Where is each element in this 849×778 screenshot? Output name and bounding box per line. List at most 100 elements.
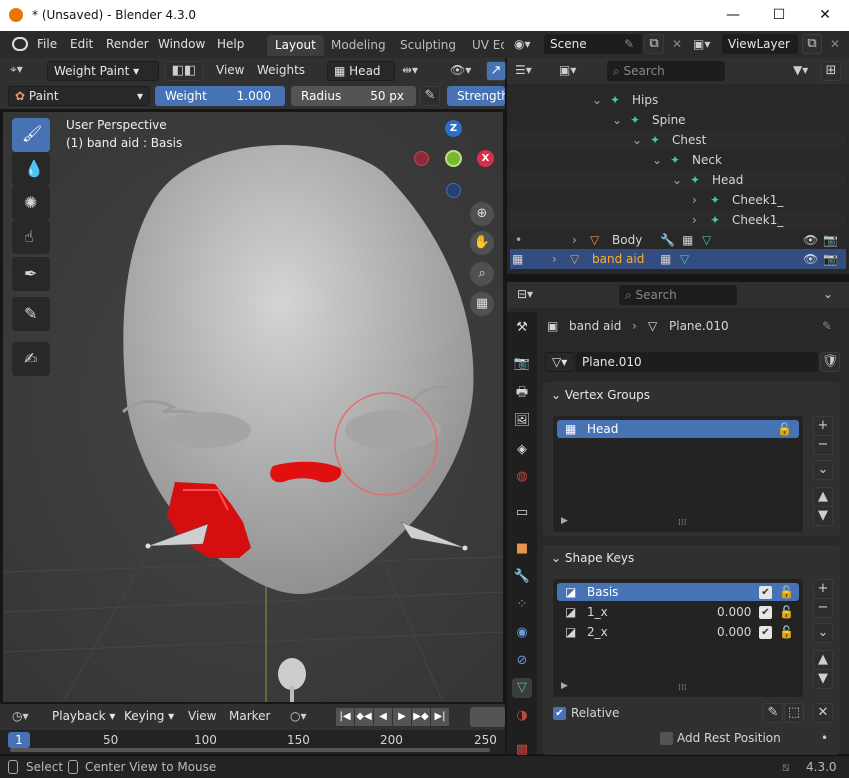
tab-sculpting[interactable]: Sculpting [392,35,464,56]
material-tab-icon[interactable]: ◑ [512,706,532,726]
outliner-row-cheek1-a[interactable]: › ✦ Cheek1_ [510,190,846,210]
list-filter-toggle[interactable]: ▶ [561,516,568,526]
visibility-icon[interactable]: 👁▾ [450,63,471,77]
vertex-group-list[interactable]: ▦ Head 🔓 ⁞⁞⁞ ▶ [553,416,803,532]
scene-icon[interactable]: ◉▾ [514,37,531,51]
outliner-row-body[interactable]: • › ▽ Body 🔧 ▦ ▽ 👁 📷 [510,230,846,250]
current-frame-indicator[interactable]: 1 [8,732,30,748]
keying-menu[interactable]: Keying ▾ [118,707,180,727]
properties-editor-icon[interactable]: ⊟▾ [517,287,533,301]
timeline-ruler[interactable]: 1 50 100 150 200 250 [0,730,505,754]
properties-options-icon[interactable]: ⌄ [823,287,833,301]
mesh-name-field[interactable]: Plane.010 [576,352,818,372]
timeline-view-menu[interactable]: View [188,709,216,723]
close-scene-icon[interactable]: ✕ [672,37,682,51]
world-tab-icon[interactable]: ◍ [512,467,532,487]
shape-key-edit-mode-button[interactable]: ⬚ [784,703,804,723]
blender-menu-icon[interactable] [12,37,28,51]
new-view-layer-button[interactable]: ⧉ [802,34,822,54]
pan-hand-button[interactable]: ✋ [470,231,494,255]
new-scene-button[interactable]: ⧉ [644,34,664,54]
shape-key-mute-checkbox[interactable]: ✔ [759,586,772,599]
outliner-search-input[interactable]: ⌕ Search [607,61,725,81]
add-shape-key-button[interactable]: + [813,579,833,599]
menu-file[interactable]: File [37,37,57,51]
mesh-browse-button[interactable]: ▽▾ [545,352,575,372]
timeline-editor-icon[interactable]: ◷▾ [12,709,29,723]
object-tab-icon[interactable]: ■ [512,539,532,559]
gradient-tool-button[interactable]: ✒ [12,257,50,291]
current-frame-field[interactable] [470,707,505,727]
outliner-row-head[interactable]: ⌄ ✦ Head [510,170,846,190]
output-tab-icon[interactable]: 🖶 [512,383,532,403]
outliner-editor-icon[interactable]: ☰▾ [515,63,532,77]
animate-property-dot[interactable]: • [821,731,828,745]
menu-help[interactable]: Help [217,37,244,51]
new-collection-button[interactable]: ⊞ [821,61,841,81]
render-tab-icon[interactable]: 📷 [512,354,532,374]
tab-uv-editing[interactable]: UV Ed [464,35,504,56]
close-view-layer-icon[interactable]: ✕ [830,37,840,51]
constraints-tab-icon[interactable]: ⊘ [512,651,532,671]
strength-field[interactable]: Strength [447,86,505,106]
render-camera-icon[interactable]: 📷 [823,230,838,250]
symmetry-icon[interactable]: ⇹▾ [402,63,418,77]
tab-modeling[interactable]: Modeling [323,35,394,56]
shape-keys-header[interactable]: ⌄ Shape Keys [551,545,836,571]
filter-icon[interactable]: ▼▾ [793,63,808,77]
3d-viewport[interactable]: User Perspective (1) band aid : Basis 🖌 … [3,112,503,702]
view-layer-tab-icon[interactable]: 🖼 [512,411,532,431]
average-tool-button[interactable]: ✺ [12,186,50,220]
remove-shape-key-button[interactable]: − [813,598,833,618]
jump-end-icon[interactable]: ▶| [431,708,449,726]
outliner-row-chest[interactable]: ⌄ ✦ Chest [510,130,846,150]
tab-layout[interactable]: Layout [267,35,324,56]
marker-menu[interactable]: Marker [229,709,270,723]
close-button[interactable]: ✕ [802,0,848,31]
minimize-button[interactable]: — [710,0,756,31]
modifier-tab-icon[interactable]: 🔧 [512,567,532,587]
ortho-toggle-button[interactable]: ▦ [470,292,494,316]
clear-shape-keys-button[interactable]: ✕ [813,703,833,723]
menu-window[interactable]: Window [158,37,205,51]
particles-tab-icon[interactable]: ⁘ [512,595,532,615]
list-resize-grip[interactable]: ⁞⁞⁞ [678,683,687,693]
draw-tool-button[interactable]: 🖌 [12,118,50,152]
relative-checkbox[interactable]: ✔ [553,707,566,720]
camera-view-button[interactable]: ⌕ [470,262,494,286]
gizmo-toggle-icon[interactable]: ↗ [486,61,506,81]
visibility-eye-icon[interactable]: 👁 [803,230,818,250]
remove-vertex-group-button[interactable]: − [813,435,833,455]
collection-tab-icon[interactable]: ▭ [512,503,532,523]
timeline-scrollbar[interactable] [10,748,490,752]
prev-keyframe-icon[interactable]: ◆◀ [355,708,373,726]
shape-key-move-up-button[interactable]: ▲ [813,650,833,670]
smear-tool-button[interactable]: ☝ [12,220,50,254]
play-reverse-icon[interactable]: ◀ [374,708,392,726]
list-filter-toggle[interactable]: ▶ [561,681,568,691]
outliner-row-neck[interactable]: ⌄ ✦ Neck [510,150,846,170]
shape-key-list[interactable]: ◪ Basis ✔ 🔓 ◪ 1_x 0.000 ✔ 🔓 ◪ 2_x 0.000 … [553,579,803,697]
outliner-row-band-aid[interactable]: ▦ › ▽ band aid ▦ ▽ 👁 📷 [510,249,846,269]
pin-icon[interactable]: ✎ [822,316,832,336]
outliner-row-cheek1-b[interactable]: › ✦ Cheek1_ [510,210,846,230]
annotate-tool-button[interactable]: ✍ [12,342,50,376]
axis-x-gizmo[interactable]: X [477,150,494,167]
auto-keying-icon[interactable]: ○▾ [290,709,307,723]
vertex-groups-header[interactable]: ⌄ Vertex Groups [551,382,836,408]
shape-key-item-basis[interactable]: ◪ Basis ✔ 🔓 [557,583,799,601]
weight-field[interactable]: Weight 1.000 [155,86,285,106]
vertex-group-item-head[interactable]: ▦ Head 🔓 [557,420,799,438]
move-up-button[interactable]: ▲ [813,487,833,507]
brush-select[interactable]: ✿ Paint ▾ [8,86,150,106]
play-icon[interactable]: ▶ [393,708,411,726]
shape-key-item-2x[interactable]: ◪ 2_x 0.000 ✔ 🔓 [557,623,799,641]
menu-edit[interactable]: Edit [70,37,93,51]
axis-neg-x-gizmo[interactable] [414,151,429,166]
mode-select[interactable]: Weight Paint ▾ [47,61,159,81]
outliner-row-hips[interactable]: ⌄ ✦ Hips [510,90,846,110]
editor-type-icon[interactable]: ⌖▾ [10,62,23,77]
outliner-row-spine[interactable]: ⌄ ✦ Spine [510,110,846,130]
tool-tab-icon[interactable]: ⚒ [512,318,532,338]
add-vertex-group-button[interactable]: + [813,416,833,436]
